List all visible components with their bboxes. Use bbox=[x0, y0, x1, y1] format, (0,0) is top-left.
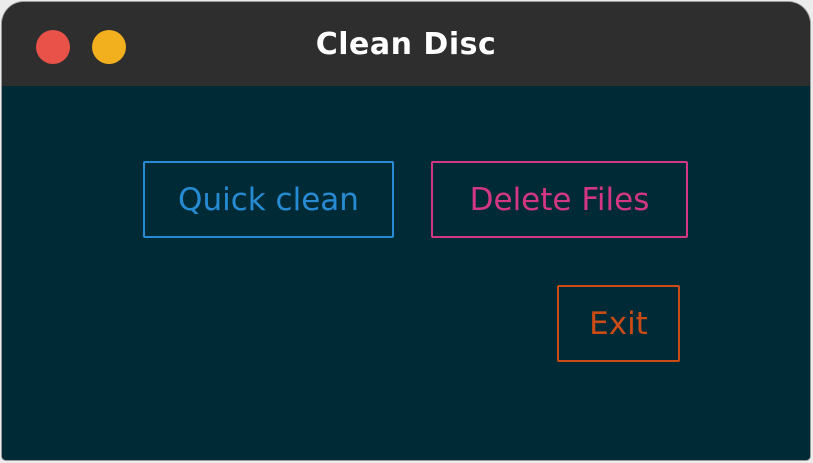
title-bar[interactable]: Clean Disc bbox=[2, 2, 810, 86]
app-window: Clean Disc Quick clean Delete Files Exit bbox=[2, 2, 810, 460]
main-panel: Quick clean Delete Files Exit bbox=[2, 86, 810, 460]
close-window-icon[interactable] bbox=[36, 30, 70, 64]
delete-files-button[interactable]: Delete Files bbox=[431, 161, 688, 238]
quick-clean-button[interactable]: Quick clean bbox=[143, 161, 394, 238]
minimize-window-icon[interactable] bbox=[92, 30, 126, 64]
exit-button[interactable]: Exit bbox=[557, 285, 680, 362]
